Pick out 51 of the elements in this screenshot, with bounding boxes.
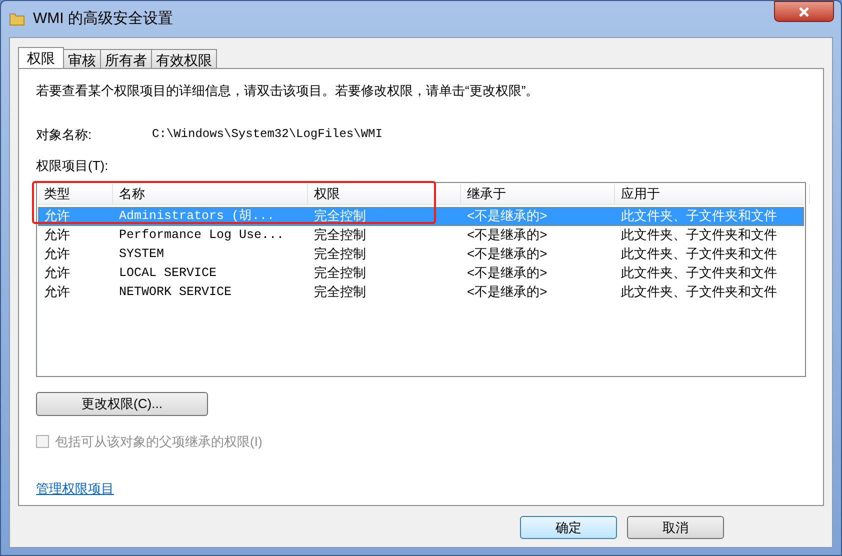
- change-permissions-button[interactable]: 更改权限(C)...: [36, 392, 208, 416]
- table-cell-text: <不是继承的>: [467, 283, 548, 302]
- tab[interactable]: 审核: [63, 49, 101, 68]
- object-name-value: C:\Windows\System32\LogFiles\WMI: [152, 126, 382, 142]
- table-cell-text: 允许: [44, 264, 70, 282]
- tab[interactable]: 有效权限: [151, 49, 217, 68]
- column-header[interactable]: 名称: [119, 184, 145, 204]
- table-cell-text: <不是继承的>: [467, 207, 548, 226]
- table-cell-text: 允许: [44, 226, 70, 244]
- table-cell-text: 此文件夹、子文件夹和文件: [621, 283, 777, 302]
- table-cell-text: 此文件夹、子文件夹和文件: [621, 226, 777, 244]
- table-cell-text: 完全控制: [314, 226, 366, 244]
- table-row[interactable]: 允许 LOCAL SERVICE 完全控制 <不是继承的> 此文件夹、子文件夹和文件: [38, 264, 804, 282]
- table-row[interactable]: 允许 Performance Log Use... 完全控制 <不是继承的> 此文件夹、子文件夹和文件: [38, 226, 804, 244]
- table-cell-text: 完全控制: [314, 207, 366, 226]
- table-cell-text: <不是继承的>: [467, 264, 548, 282]
- table-cell-text: 完全控制: [314, 283, 366, 302]
- table-cell-text: 此文件夹、子文件夹和文件: [621, 264, 777, 282]
- column-header[interactable]: 类型: [44, 184, 70, 204]
- column-header[interactable]: 继承于: [467, 184, 506, 204]
- table-cell-text: 允许: [44, 207, 70, 226]
- tab[interactable]: 权限: [18, 47, 64, 69]
- instruction-text: 若要查看某个权限项目的详细信息，请双击该项目。若要修改权限，请单击“更改权限”。: [36, 82, 540, 100]
- cancel-button[interactable]: 取消: [627, 516, 724, 539]
- table-cell-text: 完全控制: [314, 245, 366, 264]
- table-cell-text: LOCAL SERVICE: [119, 264, 217, 282]
- table-cell-text: SYSTEM: [119, 246, 164, 263]
- table-cell-text: <不是继承的>: [467, 245, 548, 264]
- table-row[interactable]: 允许 SYSTEM 完全控制 <不是继承的> 此文件夹、子文件夹和文件: [38, 244, 804, 264]
- column-header[interactable]: 应用于: [621, 184, 660, 204]
- folder-icon: [9, 11, 25, 27]
- table-cell-text: 允许: [44, 245, 70, 264]
- manage-entries-link[interactable]: 管理权限项目: [36, 479, 114, 498]
- close-button[interactable]: [774, 1, 834, 22]
- object-name-label: 对象名称:: [36, 126, 93, 144]
- table-cell-text: 此文件夹、子文件夹和文件: [621, 245, 777, 264]
- table-cell-text: <不是继承的>: [467, 226, 548, 244]
- entries-label: 权限项目(T):: [36, 157, 108, 175]
- close-icon: [798, 6, 810, 18]
- table-cell-text: Performance Log Use...: [119, 226, 284, 244]
- tab[interactable]: 所有者: [100, 49, 152, 68]
- table-cell-text: 完全控制: [314, 264, 366, 282]
- ok-button[interactable]: 确定: [520, 516, 617, 539]
- table-cell-text: Administrators (胡...: [119, 208, 275, 225]
- column-header[interactable]: 权限: [314, 184, 340, 204]
- table-cell-text: 允许: [44, 283, 70, 302]
- table-row[interactable]: 允许 NETWORK SERVICE 完全控制 <不是继承的> 此文件夹、子文件夹和文件: [38, 282, 804, 302]
- window-title: WMI 的高级安全设置: [33, 8, 173, 29]
- checkbox-label: 包括可从该对象的父项继承的权限(I): [55, 432, 262, 451]
- table-cell-text: NETWORK SERVICE: [119, 284, 232, 301]
- table-cell-text: 此文件夹、子文件夹和文件: [621, 207, 777, 226]
